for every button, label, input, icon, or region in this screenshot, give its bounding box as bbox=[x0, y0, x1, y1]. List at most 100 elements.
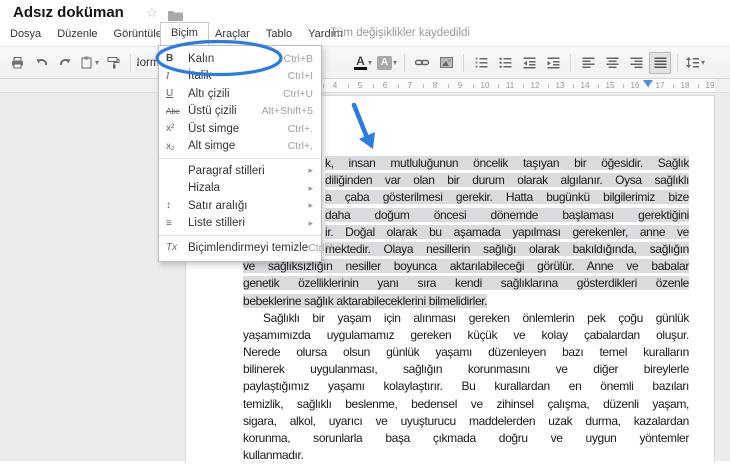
ruler-number: 4 bbox=[332, 81, 338, 90]
menu-item-biçimlendirmeyi-temizle[interactable]: Tx Biçimlendirmeyi temizle Ctrl+\ bbox=[159, 239, 334, 257]
text-color-icon[interactable]: A ▾ bbox=[352, 52, 374, 74]
menu-item-label: Alt simge bbox=[188, 140, 236, 153]
strikethrough-icon: Abc bbox=[166, 106, 180, 116]
text-line: Sağlıklı bir yaşam için alınması gereken… bbox=[263, 310, 689, 325]
ruler-number: 9 bbox=[457, 81, 463, 90]
text-line: ir. Doğal olarak bu aşamada yapılması ge… bbox=[325, 224, 689, 239]
menu-item-liste-stilleri[interactable]: ≡ Liste stilleri ▸ bbox=[159, 215, 321, 233]
bulleted-list-icon[interactable] bbox=[494, 52, 516, 74]
menu-separator bbox=[159, 235, 321, 236]
ruler-number: 6 bbox=[382, 81, 388, 90]
menu-görüntüle[interactable]: Görüntüle bbox=[112, 26, 164, 42]
document-title[interactable]: Adsız doküman bbox=[13, 4, 124, 21]
menu-bar: DosyaDüzenleGörüntüleEkle Biçim AraçlarT… bbox=[0, 22, 730, 46]
ruler-number: 14 bbox=[580, 81, 590, 90]
ruler-number: 8 bbox=[432, 81, 438, 90]
ruler-tick bbox=[322, 84, 324, 88]
menu-item-shortcut: Ctrl+, bbox=[287, 140, 313, 153]
list-styles-icon: ≡ bbox=[166, 217, 172, 229]
chevron-down-icon[interactable]: ▾ bbox=[393, 58, 397, 67]
ruler-tick bbox=[547, 84, 549, 88]
ruler-tick bbox=[372, 84, 374, 88]
ruler-tick bbox=[522, 84, 524, 88]
justify-icon[interactable] bbox=[649, 51, 671, 74]
chevron-down-icon[interactable]: ▾ bbox=[368, 58, 372, 67]
chevron-down-icon[interactable]: ▾ bbox=[701, 58, 705, 67]
menu-bicim-open[interactable]: Biçim bbox=[160, 22, 209, 45]
redo-icon[interactable] bbox=[54, 52, 76, 74]
menu-item-label: Kalın bbox=[188, 52, 215, 65]
menu-item-label: Satır aralığı bbox=[188, 199, 248, 212]
align-left-icon[interactable] bbox=[577, 52, 599, 74]
ruler-tick bbox=[422, 84, 424, 88]
align-center-icon[interactable] bbox=[601, 52, 623, 74]
menu-item-label: Liste stilleri bbox=[188, 217, 245, 230]
decrease-indent-icon[interactable] bbox=[518, 52, 540, 74]
menu-tablo[interactable]: Tablo bbox=[264, 26, 294, 42]
ruler-number: 18 bbox=[680, 81, 690, 90]
menu-item-üstü-çizili[interactable]: Abc Üstü çizili Alt+Shift+5 bbox=[159, 103, 321, 121]
undo-icon[interactable] bbox=[30, 52, 52, 74]
menu-dosya[interactable]: Dosya bbox=[8, 26, 43, 42]
ruler-tick bbox=[622, 84, 624, 88]
ruler-number: 11 bbox=[505, 81, 515, 90]
menu-item-alt-simge[interactable]: x₂ Alt simge Ctrl+, bbox=[159, 138, 321, 156]
line-spacing-icon[interactable]: ▾ bbox=[684, 52, 706, 74]
menu-item-label: İtalik bbox=[188, 70, 212, 83]
ruler-number: 5 bbox=[357, 81, 363, 90]
numbered-list-icon[interactable] bbox=[470, 52, 492, 74]
ruler-tick bbox=[472, 84, 474, 88]
star-icon[interactable]: ☆ bbox=[146, 6, 158, 19]
insert-link-icon[interactable] bbox=[411, 52, 433, 74]
menu-araçlar[interactable]: Araçlar bbox=[213, 26, 252, 42]
text-line: Nerede olursa olsun günlük yaşamı düzenl… bbox=[243, 345, 689, 360]
ruler: 12345678910111213141516171819 bbox=[0, 79, 730, 93]
ruler-tick bbox=[672, 84, 674, 88]
print-icon[interactable] bbox=[6, 52, 28, 74]
line-spacing-icon: ↕ bbox=[166, 200, 171, 212]
paint-format-icon[interactable] bbox=[102, 52, 124, 74]
ruler-number: 10 bbox=[480, 81, 490, 90]
ruler-number: 19 bbox=[705, 81, 715, 90]
clear-formatting-icon: Tx bbox=[166, 242, 178, 254]
chevron-down-icon[interactable]: ▾ bbox=[95, 58, 99, 67]
ruler-number: 12 bbox=[530, 81, 540, 90]
web-clipboard-icon[interactable]: ▾ bbox=[78, 52, 100, 74]
menu-item-üst-simge[interactable]: x² Üst simge Ctrl+. bbox=[159, 120, 321, 138]
ruler-number: 16 bbox=[630, 81, 640, 90]
submenu-arrow-icon: ▸ bbox=[308, 165, 313, 176]
ruler-number: 13 bbox=[555, 81, 565, 90]
text-line: korunma, sorunlarla başa çıkmada doğru v… bbox=[243, 431, 689, 445]
text-line: daha doğum öncesi dönemde başlaması gere… bbox=[325, 207, 689, 222]
align-right-icon[interactable] bbox=[625, 52, 647, 74]
menu-item-kalın[interactable]: B Kalın Ctrl+B bbox=[159, 50, 321, 68]
text-line: bilinerek uygulanması, sağlığın korunmas… bbox=[243, 362, 689, 377]
menu-item-paragraf-stilleri[interactable]: Paragraf stilleri ▸ bbox=[159, 162, 321, 180]
insert-image-icon[interactable] bbox=[435, 52, 457, 74]
menu-item-shortcut: Ctrl+. bbox=[287, 122, 313, 135]
menu-item-i̇talik[interactable]: I İtalik Ctrl+I bbox=[159, 68, 321, 86]
text-line: a çaba gösterilmesi gerekir. Hatta bugün… bbox=[325, 190, 689, 205]
menu-item-label: Paragraf stilleri bbox=[188, 164, 265, 177]
submenu-arrow-icon: ▸ bbox=[308, 200, 313, 211]
menu-item-satır-aralığı[interactable]: ↕ Satır aralığı ▸ bbox=[159, 197, 321, 215]
toolbar: ▾ Normal m... A ▾ A ▾ bbox=[0, 46, 730, 79]
document-viewport: k, insan mutluluğunun öncelik taşıyan bi… bbox=[0, 93, 730, 463]
text-line: diliğinden var olan bir durum olarak alg… bbox=[325, 173, 689, 188]
indent-marker[interactable] bbox=[642, 80, 653, 87]
menu-separator bbox=[159, 158, 321, 159]
submenu-arrow-icon: ▸ bbox=[308, 217, 313, 228]
subscript-icon: x₂ bbox=[166, 140, 175, 152]
ruler-tick bbox=[597, 84, 599, 88]
increase-indent-icon[interactable] bbox=[542, 52, 564, 74]
menu-item-label: Biçimlendirmeyi temizle bbox=[188, 241, 309, 254]
menu-item-altı-çizili[interactable]: U Altı çizili Ctrl+U bbox=[159, 85, 321, 103]
ruler-number: 17 bbox=[655, 81, 665, 90]
menu-düzenle[interactable]: Düzenle bbox=[55, 26, 99, 42]
text-line: kullanmadır. bbox=[243, 448, 304, 463]
highlight-color-icon[interactable]: A ▾ bbox=[376, 52, 398, 74]
menu-item-hizala[interactable]: Hizala ▸ bbox=[159, 180, 321, 198]
text-line: bebeklerine sağlık aktarabileceklerini b… bbox=[243, 293, 488, 308]
ruler-number: 7 bbox=[407, 81, 413, 90]
save-status: Tüm değişiklikler kaydedildi bbox=[330, 27, 470, 39]
